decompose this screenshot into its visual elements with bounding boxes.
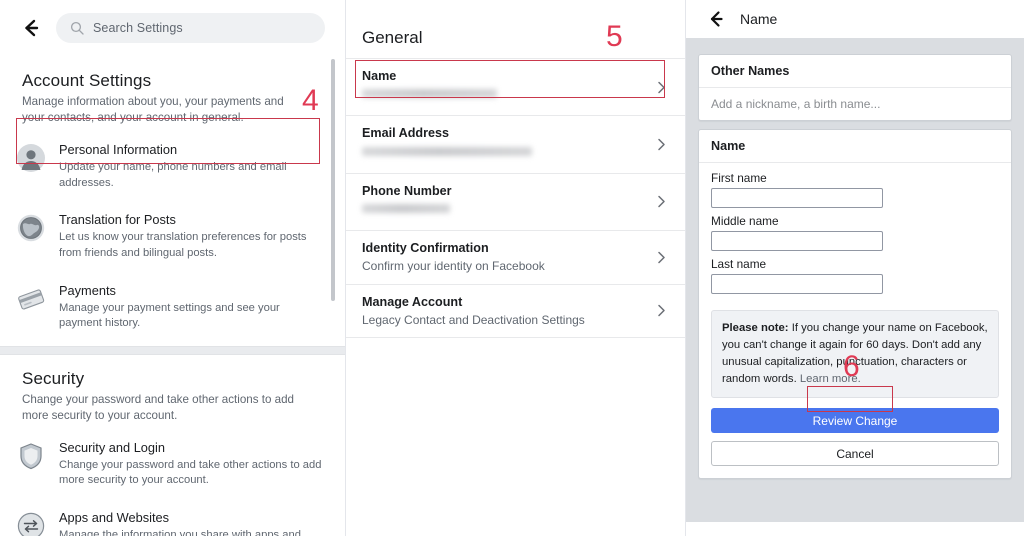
back-arrow-icon[interactable] (706, 9, 726, 29)
search-icon (70, 21, 84, 35)
section-subtitle: Manage information about you, your payme… (22, 95, 284, 125)
general-settings-panel: General Name Email Address Phone Number … (346, 0, 685, 536)
right-topbar: Name (686, 0, 1024, 38)
row-value-redacted (362, 89, 497, 99)
chevron-right-icon (654, 303, 669, 318)
chevron-right-icon (654, 80, 669, 95)
last-name-field[interactable] (711, 274, 883, 294)
search-input[interactable]: Search Settings (56, 12, 325, 43)
chevron-right-icon (654, 194, 669, 209)
row-label: Manage Account (362, 294, 463, 309)
section-title: Security (22, 368, 85, 388)
row-label: Phone Number (362, 183, 452, 198)
name-card: Name First name Middle name Last name Pl… (698, 129, 1012, 479)
cancel-button[interactable]: Cancel (711, 440, 999, 466)
page-title: Name (740, 11, 778, 27)
name-row[interactable]: Name (346, 59, 685, 117)
sidebar-item-payments[interactable]: Payments Manage your payment settings an… (0, 272, 345, 342)
marker-6: 6 (843, 350, 860, 383)
row-value-redacted (362, 146, 532, 156)
last-name-label: Last name (711, 257, 767, 271)
name-editor-panel: Name Other Names Add a nickname, a birth… (686, 0, 1024, 536)
sidebar-item-sublabel: Manage your payment settings and see you… (59, 301, 280, 330)
left-topbar: Search Settings (0, 0, 345, 55)
sidebar-item-label: Personal Information (59, 141, 178, 157)
row-label: Email Address (362, 126, 450, 141)
other-names-card: Other Names Add a nickname, a birth name… (698, 54, 1012, 121)
middle-name-field[interactable] (711, 231, 883, 251)
sidebar-item-sublabel: Change your password and take other acti… (59, 458, 322, 487)
sidebar-item-translation-for-posts[interactable]: Translation for Posts Let us know your t… (0, 201, 345, 271)
email-address-row[interactable]: Email Address (346, 116, 685, 174)
sidebar-item-label: Apps and Websites (59, 510, 170, 526)
sidebar-item-label: Translation for Posts (59, 212, 176, 228)
section-security-header: Security Change your password and take o… (0, 355, 345, 425)
first-name-field[interactable] (711, 188, 883, 208)
sidebar-item-personal-information[interactable]: Personal Information Update your name, p… (0, 131, 345, 201)
add-other-name-link[interactable]: Add a nickname, a birth name... (699, 88, 1011, 120)
page-title: General (362, 28, 423, 47)
row-label: Name (362, 69, 397, 83)
marker-4: 4 (302, 84, 319, 117)
chevron-right-icon (654, 250, 669, 265)
identity-confirmation-row[interactable]: Identity Confirmation Confirm your ident… (346, 231, 685, 285)
settings-scroll-area: Account Settings Manage information abou… (0, 55, 345, 536)
search-placeholder: Search Settings (93, 20, 183, 35)
general-rows-list: Name Email Address Phone Number Identity… (346, 58, 685, 339)
globe-icon (16, 213, 46, 243)
marker-5: 5 (606, 20, 623, 53)
screenshot-root: Search Settings Account Settings Manage … (0, 0, 1024, 536)
sidebar-item-sublabel: Let us know your translation preferences… (59, 231, 307, 259)
manage-account-row[interactable]: Manage Account Legacy Contact and Deacti… (346, 285, 685, 339)
sidebar-item-label: Security and Login (59, 439, 165, 455)
row-value: Legacy Contact and Deactivation Settings (362, 312, 585, 327)
back-arrow-icon[interactable] (20, 17, 42, 39)
row-label: Identity Confirmation (362, 241, 489, 256)
section-subtitle: Change your password and take other acti… (22, 392, 294, 423)
other-names-heading: Other Names (699, 55, 1011, 88)
settings-list-panel: Search Settings Account Settings Manage … (0, 0, 345, 536)
editor-stage: Other Names Add a nickname, a birth name… (686, 38, 1024, 522)
exchange-arrows-icon (16, 511, 46, 536)
first-name-label: First name (711, 171, 767, 185)
row-value: Confirm your identity on Facebook (362, 259, 545, 274)
phone-number-row[interactable]: Phone Number (346, 174, 685, 232)
row-value-redacted (362, 204, 450, 214)
section-account-settings-header: Account Settings Manage information abou… (0, 55, 345, 127)
avatar-icon (16, 143, 46, 173)
sidebar-item-label: Payments (59, 282, 116, 298)
sidebar-item-security-and-login[interactable]: Security and Login Change your password … (0, 429, 345, 499)
middle-name-label: Middle name (711, 214, 779, 228)
section-divider (0, 345, 345, 355)
note-strong: Please note: (722, 322, 789, 334)
sidebar-item-apps-and-websites[interactable]: Apps and Websites Manage the information… (0, 499, 345, 536)
sidebar-item-sublabel: Update your name, phone numbers and emai… (59, 160, 287, 189)
section-title: Account Settings (22, 71, 152, 90)
scrollbar-thumb[interactable] (331, 59, 335, 301)
sidebar-item-sublabel: Manage the information you share with ap… (59, 529, 301, 536)
shield-icon (16, 441, 46, 471)
review-change-button[interactable]: Review Change (711, 407, 999, 433)
name-fields: First name Middle name Last name (699, 163, 1011, 304)
chevron-right-icon (654, 137, 669, 152)
credit-card-icon (16, 284, 46, 314)
name-card-heading: Name (699, 130, 1011, 163)
